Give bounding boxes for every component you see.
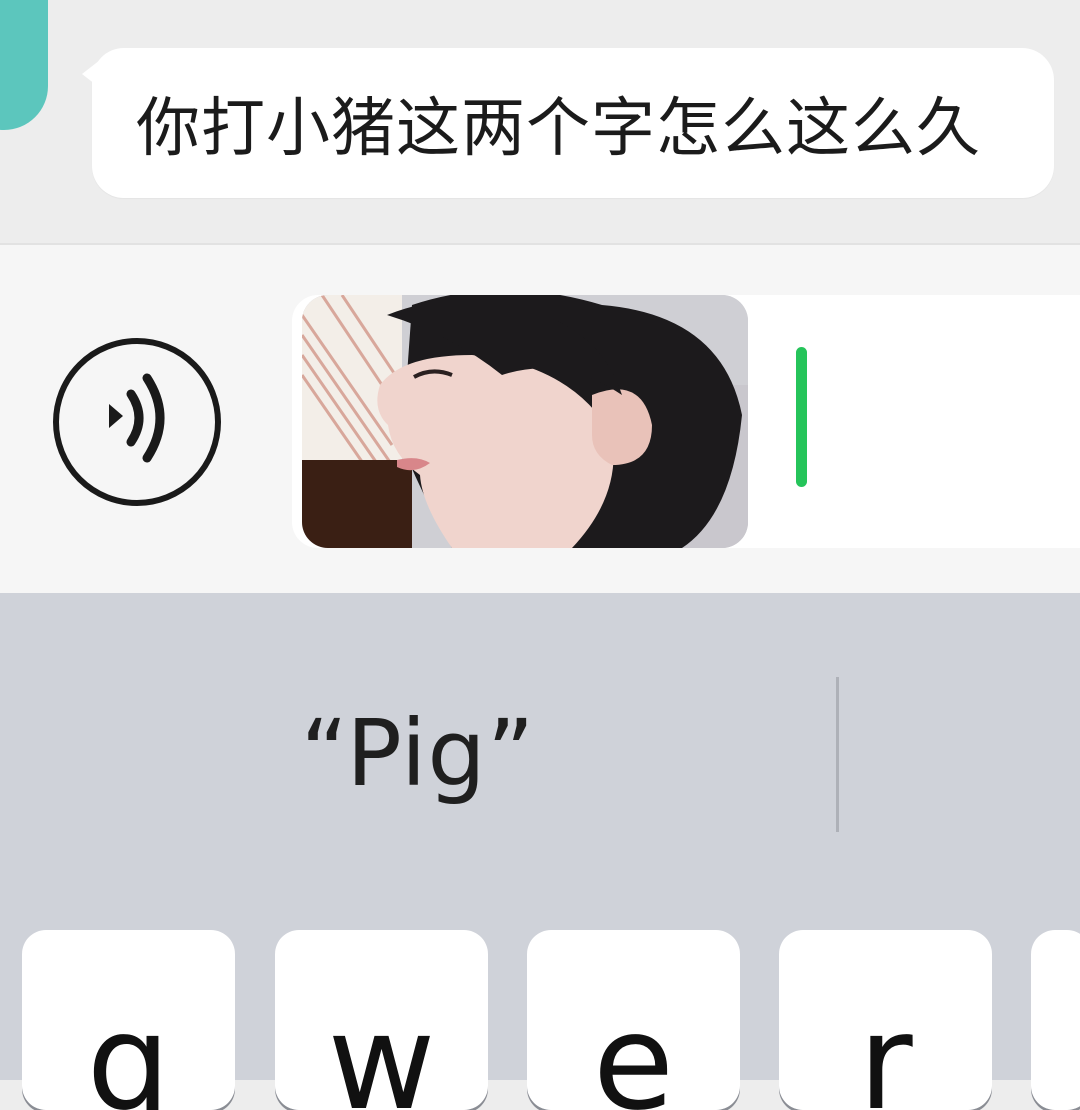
key-w[interactable]: w [275, 930, 488, 1110]
suggestion-text: “Pig” [300, 699, 536, 807]
input-bar [0, 243, 1080, 593]
voice-button[interactable] [53, 338, 221, 506]
chat-area: 你打小猪这两个字怎么这么久 [0, 0, 1080, 243]
key-t[interactable] [1031, 930, 1080, 1110]
suggestion-divider [836, 677, 839, 832]
key-e[interactable]: e [527, 930, 740, 1110]
key-label: w [327, 986, 436, 1110]
bubble-tail [82, 60, 100, 88]
message-bubble[interactable]: 你打小猪这两个字怎么这么久 [82, 48, 1054, 198]
key-label: r [858, 986, 913, 1110]
key-q[interactable]: q [22, 930, 235, 1110]
voice-icon [109, 373, 165, 463]
key-r[interactable]: r [779, 930, 992, 1110]
key-label: q [86, 986, 171, 1110]
message-text: 你打小猪这两个字怎么这么久 [136, 92, 981, 166]
message-input[interactable] [292, 295, 1080, 548]
text-cursor [796, 347, 807, 487]
keyboard: “Pig” q w e r [0, 593, 1080, 1110]
sticker-image[interactable] [302, 295, 748, 548]
key-label: e [592, 986, 675, 1110]
suggestion-pig[interactable]: “Pig” [0, 678, 836, 828]
avatar[interactable] [0, 0, 48, 130]
